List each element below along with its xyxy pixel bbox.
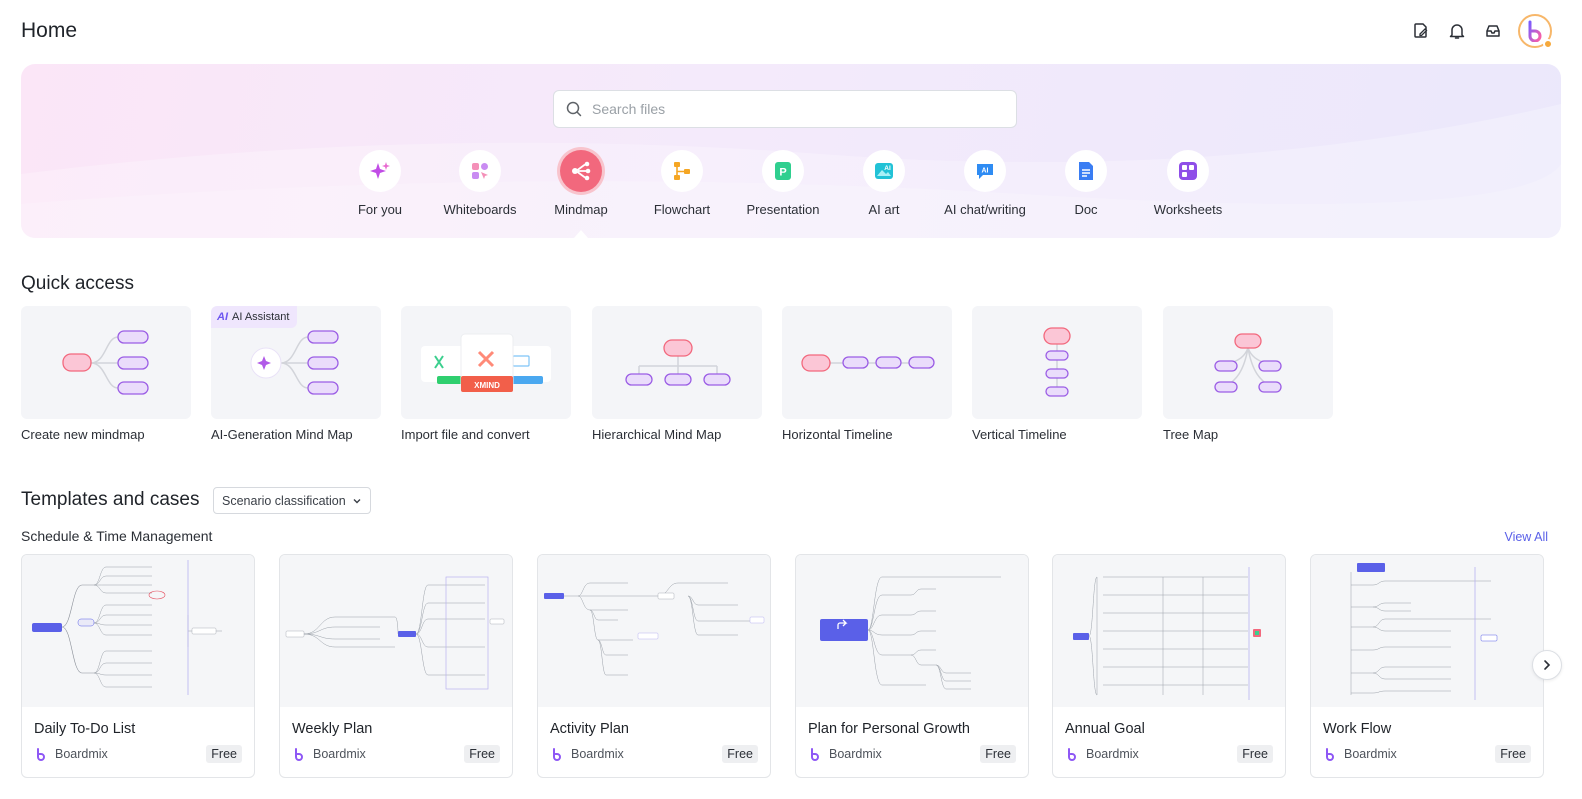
ai-art-icon: AI xyxy=(875,163,893,179)
boardmix-logo-icon xyxy=(1326,747,1334,761)
svg-text:AI: AI xyxy=(982,168,989,175)
boardmix-logo-icon xyxy=(811,747,819,761)
file-edit-icon[interactable] xyxy=(1410,20,1432,42)
quick-import-convert[interactable]: XMIND Import file and convert xyxy=(401,306,571,442)
search-input[interactable] xyxy=(592,101,992,117)
page-title: Home xyxy=(21,19,78,42)
inbox-icon[interactable] xyxy=(1482,20,1504,42)
category-for-you[interactable]: For you xyxy=(325,150,435,217)
quick-vertical-timeline[interactable]: Vertical Timeline xyxy=(972,306,1142,442)
presentation-icon: P xyxy=(775,162,791,180)
search-icon xyxy=(566,101,582,117)
ai-assistant-badge: AI AI Assistant xyxy=(211,306,298,328)
chevron-right-icon xyxy=(1544,660,1551,670)
hero-banner: For you Whiteboards Mindmap Flowchart P … xyxy=(21,64,1561,238)
boardmix-logo-icon xyxy=(295,747,303,761)
free-badge: Free xyxy=(1495,745,1531,763)
category-worksheets[interactable]: Worksheets xyxy=(1133,150,1243,217)
worksheet-icon xyxy=(1179,162,1197,180)
quick-horizontal-timeline[interactable]: Horizontal Timeline xyxy=(782,306,952,442)
template-author: Boardmix xyxy=(1066,747,1139,761)
ai-mindmap-thumbnail: AI AI Assistant xyxy=(211,306,381,419)
quick-access-title: Quick access xyxy=(21,273,134,294)
vertical-timeline-thumbnail xyxy=(972,306,1142,419)
template-thumbnail xyxy=(1053,555,1285,707)
category-whiteboards[interactable]: Whiteboards xyxy=(425,150,535,217)
mindmap-thumbnail xyxy=(21,306,191,419)
category-flowchart[interactable]: Flowchart xyxy=(627,150,737,217)
svg-text:AI: AI xyxy=(884,165,891,172)
quick-tree-map[interactable]: Tree Map xyxy=(1163,306,1333,442)
scenario-dropdown[interactable]: Scenario classification xyxy=(213,487,371,514)
template-card-annual-goal[interactable]: Annual Goal Boardmix Free xyxy=(1052,554,1286,778)
bell-icon[interactable] xyxy=(1446,20,1468,42)
top-bar: Home xyxy=(0,0,1582,64)
templates-title: Templates and cases xyxy=(21,489,200,510)
free-badge: Free xyxy=(980,745,1016,763)
svg-text:XMIND: XMIND xyxy=(474,381,500,390)
top-icons xyxy=(1410,14,1553,49)
template-card-weekly-plan[interactable]: Weekly Plan Boardmix Free xyxy=(279,554,513,778)
free-badge: Free xyxy=(464,745,500,763)
tree-map-thumbnail xyxy=(1163,306,1333,419)
quick-ai-mindmap[interactable]: AI AI Assistant AI-Generation Mind Map xyxy=(211,306,381,442)
import-thumbnail: XMIND xyxy=(401,306,571,419)
quick-hierarchical-mindmap[interactable]: Hierarchical Mind Map xyxy=(592,306,762,442)
ai-logo-icon: AI xyxy=(217,311,228,323)
category-presentation[interactable]: P Presentation xyxy=(728,150,838,217)
template-card-activity-plan[interactable]: Activity Plan Boardmix Free xyxy=(537,554,771,778)
boardmix-logo-icon xyxy=(37,747,45,761)
template-author: Boardmix xyxy=(35,747,108,761)
template-author: Boardmix xyxy=(809,747,882,761)
chevron-down-icon xyxy=(353,498,361,503)
category-ai-chat[interactable]: AI AI chat/writing xyxy=(930,150,1040,217)
free-badge: Free xyxy=(206,745,242,763)
svg-text:P: P xyxy=(779,167,786,179)
doc-icon xyxy=(1079,162,1093,180)
flowchart-icon xyxy=(674,162,690,180)
free-badge: Free xyxy=(1237,745,1273,763)
template-thumbnail xyxy=(796,555,1028,707)
search-box[interactable] xyxy=(553,90,1017,128)
template-thumbnail xyxy=(280,555,512,707)
boardmix-logo-icon xyxy=(1068,747,1076,761)
free-badge: Free xyxy=(722,745,758,763)
boardmix-logo-icon xyxy=(553,747,561,761)
template-thumbnail xyxy=(538,555,770,707)
status-dot xyxy=(1543,39,1553,49)
active-pointer xyxy=(574,230,588,238)
template-card-personal-growth[interactable]: Plan for Personal Growth Boardmix Free xyxy=(795,554,1029,778)
template-author: Boardmix xyxy=(293,747,366,761)
sparkle-icon xyxy=(370,162,390,179)
template-author: Boardmix xyxy=(1324,747,1397,761)
whiteboard-icon xyxy=(472,163,488,179)
hierarchical-thumbnail xyxy=(592,306,762,419)
view-all-link[interactable]: View All xyxy=(1504,530,1548,544)
ai-chat-icon: AI xyxy=(977,164,993,179)
template-card-daily-todo[interactable]: Daily To-Do List Boardmix Free xyxy=(21,554,255,778)
category-mindmap[interactable]: Mindmap xyxy=(526,150,636,238)
horizontal-timeline-thumbnail xyxy=(782,306,952,419)
template-thumbnail xyxy=(1311,555,1543,707)
mindmap-icon xyxy=(572,161,591,181)
template-author: Boardmix xyxy=(551,747,624,761)
avatar[interactable] xyxy=(1518,14,1553,49)
category-doc[interactable]: Doc xyxy=(1031,150,1141,217)
template-card-work-flow[interactable]: Work Flow Boardmix Free xyxy=(1310,554,1544,778)
template-thumbnail xyxy=(22,555,254,707)
quick-create-mindmap[interactable]: Create new mindmap xyxy=(21,306,191,442)
carousel-next-button[interactable] xyxy=(1532,650,1562,680)
category-row: For you Whiteboards Mindmap Flowchart P … xyxy=(21,150,1561,238)
template-subsection-title: Schedule & Time Management xyxy=(21,528,213,544)
category-ai-art[interactable]: AI AI art xyxy=(829,150,939,217)
